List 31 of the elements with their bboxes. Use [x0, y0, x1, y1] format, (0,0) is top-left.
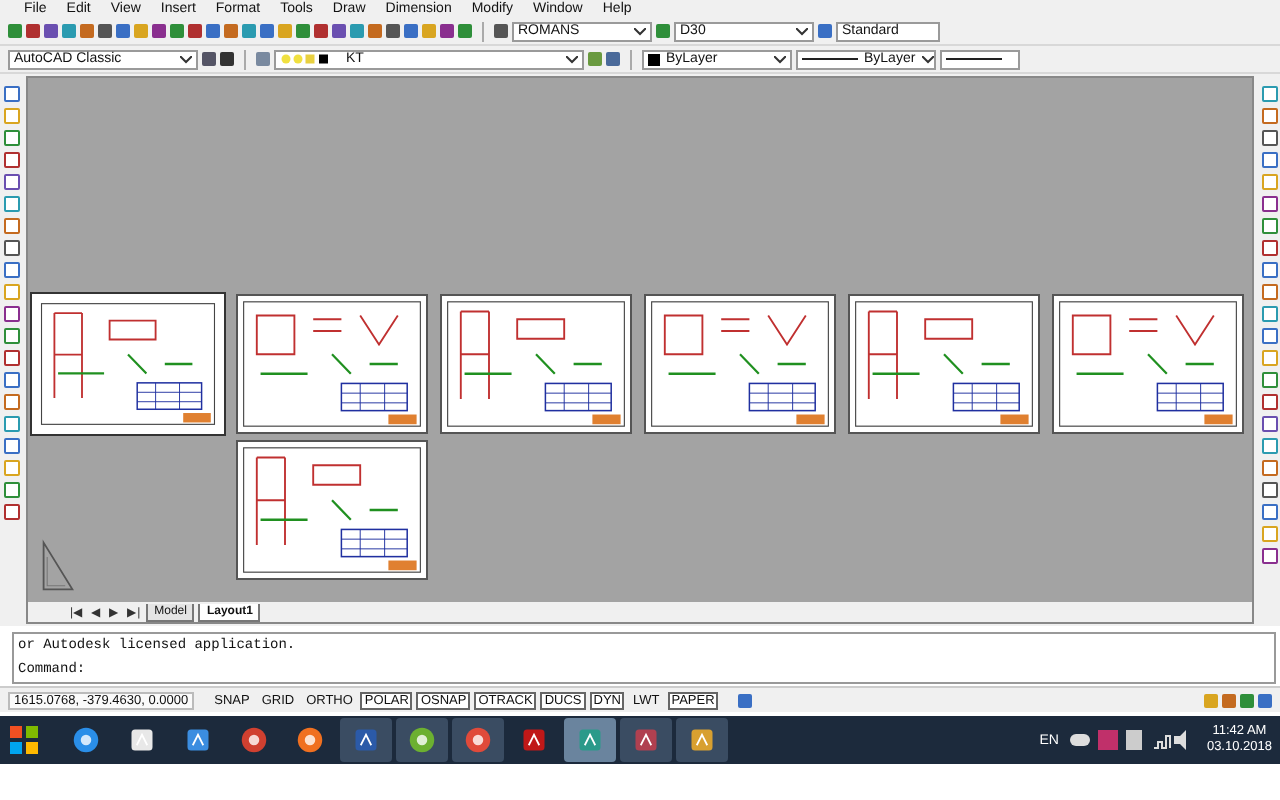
start-button[interactable]	[8, 724, 40, 756]
tray-icon[interactable]	[1240, 693, 1254, 707]
system-tray-icons[interactable]	[1070, 728, 1191, 752]
tray-icon[interactable]	[1204, 693, 1218, 707]
app-icon	[184, 726, 212, 754]
taskbar-app-button[interactable]	[396, 718, 448, 762]
linetype-preview	[802, 58, 858, 60]
color-swatch-icon	[648, 53, 660, 65]
app-icon	[296, 726, 324, 754]
toolbar-icon[interactable]	[738, 693, 753, 707]
lineweight-dropdown[interactable]	[940, 49, 1020, 69]
app-icon	[464, 726, 492, 754]
app-icon	[688, 726, 716, 754]
caret-icon	[180, 55, 192, 63]
caret-icon	[566, 55, 578, 63]
app-icon	[408, 726, 436, 754]
caret-icon	[774, 55, 786, 63]
app-icon	[240, 726, 268, 754]
app-icon	[576, 726, 604, 754]
app-icon	[520, 726, 548, 754]
ucs-triangle-icon	[40, 538, 76, 594]
caret-icon	[921, 55, 934, 63]
app-icon	[128, 726, 156, 754]
taskbar-app-button[interactable]	[452, 718, 504, 762]
caret-icon	[796, 27, 808, 35]
app-icon	[632, 726, 660, 754]
lineweight-preview	[946, 58, 1002, 60]
app-icon	[352, 726, 380, 754]
taskbar-app-button[interactable]	[676, 718, 728, 762]
app-icon	[72, 726, 100, 754]
caret-icon	[634, 27, 646, 35]
